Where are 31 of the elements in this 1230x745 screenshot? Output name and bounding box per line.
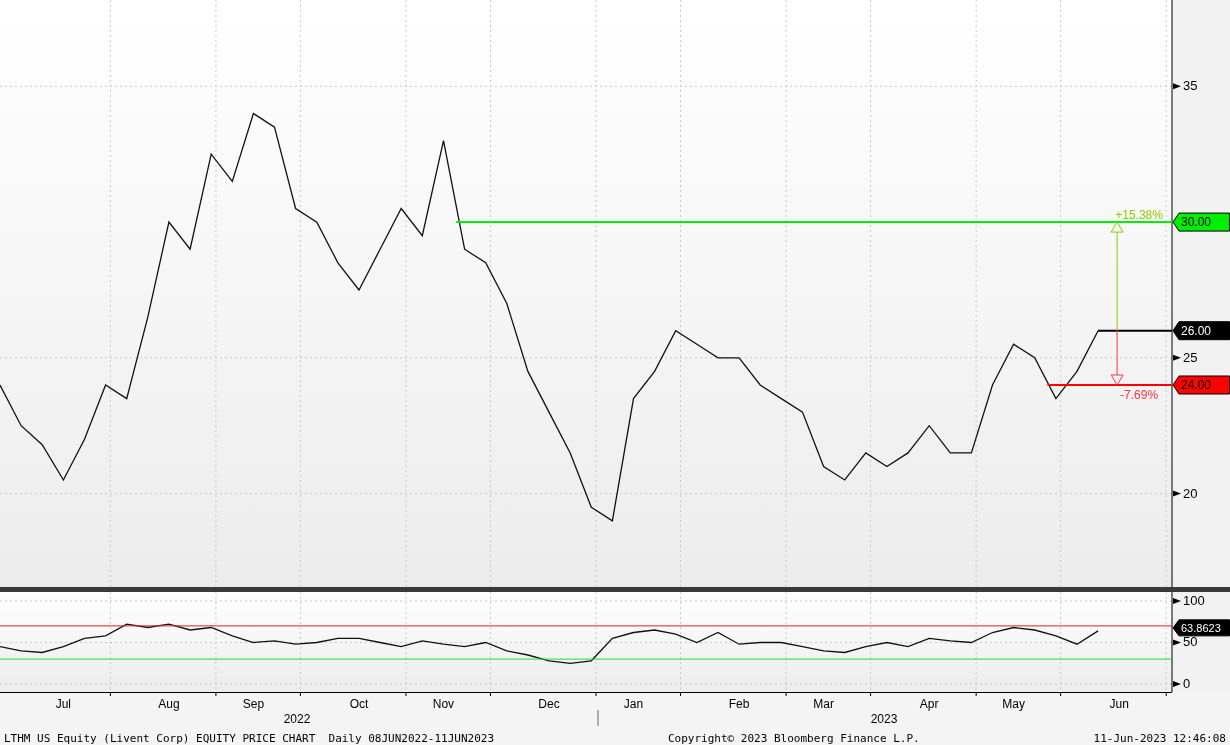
month-label: Nov bbox=[432, 697, 455, 711]
month-label: Mar bbox=[813, 697, 834, 711]
price-tag-label: 24.00 bbox=[1181, 378, 1212, 392]
month-label: Feb bbox=[728, 697, 750, 711]
price-tag-label: 30.00 bbox=[1181, 215, 1212, 230]
price-tag-label: 26.00 bbox=[1181, 323, 1212, 338]
chart-title: LTHM US Equity (Livent Corp) EQUITY PRICE CHART Daily 08JUN2022-11JUN2023 bbox=[4, 732, 495, 745]
y-tick-label: 20 bbox=[1183, 485, 1198, 501]
measure-down-arrow bbox=[1110, 330, 1124, 386]
month-label: Apr bbox=[919, 697, 939, 711]
price-tag-label: 63.8623 bbox=[1181, 621, 1221, 634]
y-tick-label: 35 bbox=[1183, 78, 1198, 94]
y-tick-label: 25 bbox=[1183, 349, 1198, 365]
month-label: May bbox=[1002, 697, 1025, 711]
timestamp: 11-Jun-2023 12:46:08 bbox=[1093, 732, 1226, 745]
year-label: 2022 bbox=[283, 712, 311, 726]
y-tick-label: 50 bbox=[1183, 634, 1198, 650]
copyright-text: Copyright© 2023 Bloomberg Finance L.P. bbox=[667, 732, 920, 745]
year-label: 2023 bbox=[870, 712, 898, 726]
panel-splitter[interactable] bbox=[0, 587, 1230, 592]
month-label: Oct bbox=[349, 697, 369, 711]
month-label: Jan bbox=[623, 697, 644, 711]
y-tick-label: 0 bbox=[1183, 676, 1191, 692]
month-label: Aug bbox=[158, 697, 180, 711]
percent-change-label: +15.38% bbox=[1115, 208, 1163, 223]
y-tick-label: 100 bbox=[1183, 592, 1205, 608]
month-label: Dec bbox=[538, 697, 560, 711]
percent-change-label: -7.69% bbox=[1120, 388, 1159, 402]
month-label: Jul bbox=[55, 697, 71, 711]
month-label: Sep bbox=[242, 697, 265, 711]
month-label: Jun bbox=[1109, 697, 1129, 711]
